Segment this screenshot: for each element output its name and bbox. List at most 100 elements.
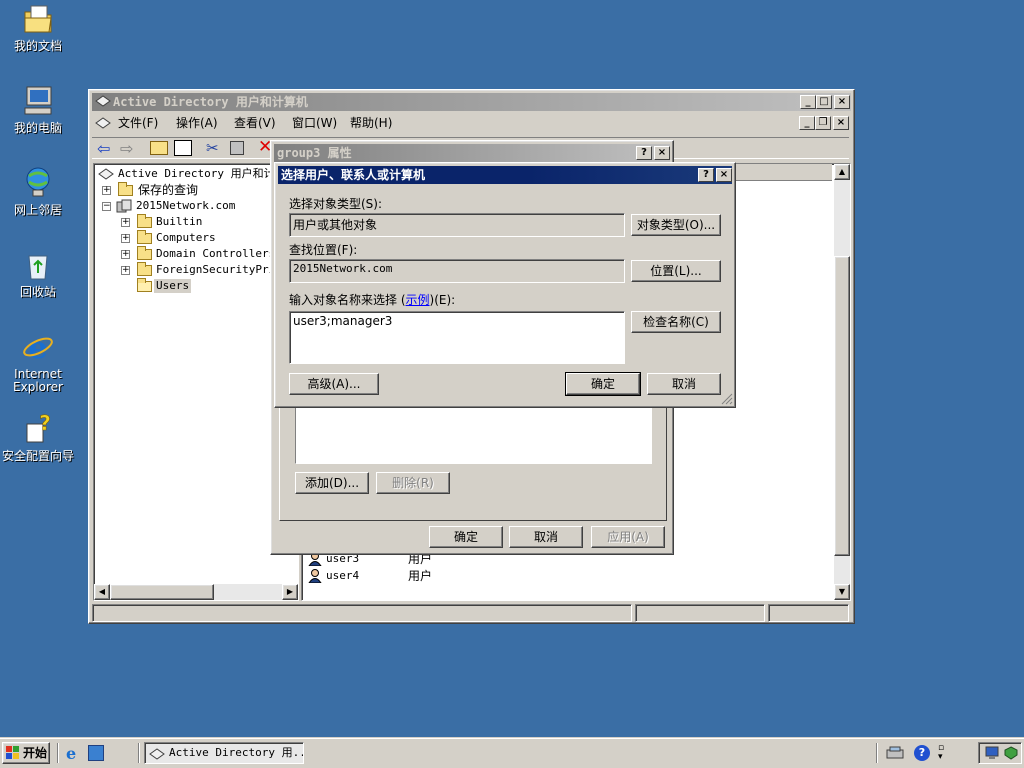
location-field: 2015Network.com [289,259,625,283]
desktop-icon-network[interactable]: 网上邻居 [0,166,76,217]
expand-saved-queries[interactable]: + [102,186,111,195]
child-minimize-button[interactable]: _ [799,116,815,130]
tree-foreign-security[interactable]: ForeignSecurityPrin [156,263,282,277]
properties-close-button[interactable]: × [654,146,670,160]
check-names-button[interactable]: 检查名称(C) [631,311,721,333]
quicklaunch-ie-icon[interactable]: e [66,744,76,763]
tree-saved-queries[interactable]: 保存的查询 [138,183,198,197]
minimize-button[interactable]: _ [800,95,816,109]
tree-builtin[interactable]: Builtin [156,215,202,229]
locations-button[interactable]: 位置(L)... [631,260,721,282]
ad-root-icon [98,168,114,180]
resize-grip-icon[interactable] [721,393,733,405]
show-tree-icon[interactable] [174,140,192,156]
desktop-icon-my-computer[interactable]: 我的电脑 [0,84,76,135]
up-folder-icon[interactable] [150,141,168,155]
menu-file[interactable]: 文件(F) [118,113,158,133]
desktop-icon-internet-explorer[interactable]: e Internet Explorer [0,330,76,394]
status-bar [92,604,849,622]
my-documents-icon [21,2,55,36]
scroll-thumb[interactable] [834,256,850,556]
copy-icon[interactable] [230,141,244,155]
expand-computers[interactable]: + [121,234,130,243]
properties-title: group3 属性 [277,146,352,160]
list-vertical-scrollbar[interactable]: ▲ ▼ [834,164,850,600]
taskbar: 开始 e Active Directory 用... ? ▫ ▾ [0,738,1024,768]
folder-icon [137,230,152,244]
close-button[interactable]: × [834,95,850,109]
object-names-input[interactable]: user3;manager3 [289,311,625,364]
scroll-down-arrow-icon[interactable]: ▼ [834,584,850,600]
network-tray-icon[interactable] [886,746,904,760]
remove-member-button[interactable]: 删除(R) [376,472,450,494]
desktop-icon-security-wizard[interactable]: ? 安全配置向导 [0,411,76,463]
tree-users[interactable]: Users [154,279,192,293]
scroll-thumb[interactable] [110,584,214,600]
windows-logo-icon [6,746,20,760]
help-tray-icon[interactable]: ? [914,745,930,761]
taskbar-task-ad[interactable]: Active Directory 用... [144,742,304,764]
members-list[interactable] [295,402,652,464]
expand-foreign-security[interactable]: + [121,266,130,275]
tree-root[interactable]: Active Directory 用户和计 [118,167,275,181]
select-help-button[interactable]: ? [698,168,714,182]
cut-icon[interactable]: ✂ [206,139,219,157]
desktop-icon-label: 回收站 [19,285,56,299]
select-dialog-titlebar[interactable]: 选择用户、联系人或计算机 [278,166,732,184]
add-member-button[interactable]: 添加(D)... [295,472,369,494]
taskbar-divider [138,743,140,763]
select-close-button[interactable]: × [716,168,732,182]
menu-action[interactable]: 操作(A) [176,113,218,133]
object-type-field: 用户或其他对象 [289,213,625,237]
main-window-titlebar[interactable]: Active Directory 用户和计算机 [92,93,851,111]
monitor-tray-icon[interactable] [985,746,1001,760]
tree-computers[interactable]: Computers [156,231,216,245]
tree-domain[interactable]: 2015Network.com [136,199,235,213]
tray-overflow-icon[interactable]: ▫ ▾ [938,744,944,762]
back-arrow-icon[interactable]: ⇦ [97,139,110,158]
taskbar-task-label: Active Directory 用... [169,746,304,759]
desktop-icon-recycle-bin[interactable]: 回收站 [0,248,76,299]
child-restore-button[interactable]: ❐ [815,116,831,130]
properties-ok-button[interactable]: 确定 [429,526,503,548]
start-button[interactable]: 开始 [2,742,50,764]
maximize-button[interactable]: □ [816,95,832,109]
advanced-button[interactable]: 高级(A)... [289,373,379,395]
menu-help[interactable]: 帮助(H) [350,113,392,133]
tree-domain-controllers[interactable]: Domain Controllers [156,247,275,261]
ad-app-icon [95,94,111,107]
list-row-name[interactable]: user4 [326,569,359,583]
select-ok-button[interactable]: 确定 [565,372,641,396]
open-folder-icon [137,278,152,292]
desktop-icon-label: 我的电脑 [13,121,62,135]
expand-domain-controllers[interactable]: + [121,250,130,259]
object-types-button[interactable]: 对象类型(O)... [631,214,721,236]
select-cancel-button[interactable]: 取消 [647,373,721,395]
folder-icon [118,182,133,196]
menu-view[interactable]: 查看(V) [234,113,276,133]
scroll-right-arrow-icon[interactable]: ▶ [282,584,298,600]
properties-help-button[interactable]: ? [636,146,652,160]
scroll-up-arrow-icon[interactable]: ▲ [834,164,850,180]
properties-titlebar[interactable]: group3 属性 [274,144,670,162]
examples-link[interactable]: 示例 [406,293,430,307]
child-close-button[interactable]: × [833,116,849,130]
menu-window[interactable]: 窗口(W) [292,113,337,133]
user-icon [308,569,322,584]
desktop-icon-label: 我的文档 [13,39,62,53]
tree-horizontal-scrollbar[interactable]: ◀ ▶ [94,584,298,600]
properties-cancel-button[interactable]: 取消 [509,526,583,548]
collapse-domain[interactable]: − [102,202,111,211]
recycle-bin-icon [21,248,55,282]
quicklaunch-desktop-icon[interactable] [88,745,104,761]
internet-explorer-icon: e [21,330,55,366]
desktop-icon-my-documents[interactable]: 我的文档 [0,2,76,53]
properties-apply-button[interactable]: 应用(A) [591,526,665,548]
list-row-type: 用户 [408,569,433,583]
desktop-icon-label: 安全配置向导 [1,449,74,463]
security-tray-icon[interactable] [1003,746,1019,760]
expand-builtin[interactable]: + [121,218,130,227]
forward-arrow-icon[interactable]: ⇨ [120,139,133,158]
tree-pane: Active Directory 用户和计 + 保存的查询 − 2015Netw… [93,163,299,601]
scroll-left-arrow-icon[interactable]: ◀ [94,584,110,600]
